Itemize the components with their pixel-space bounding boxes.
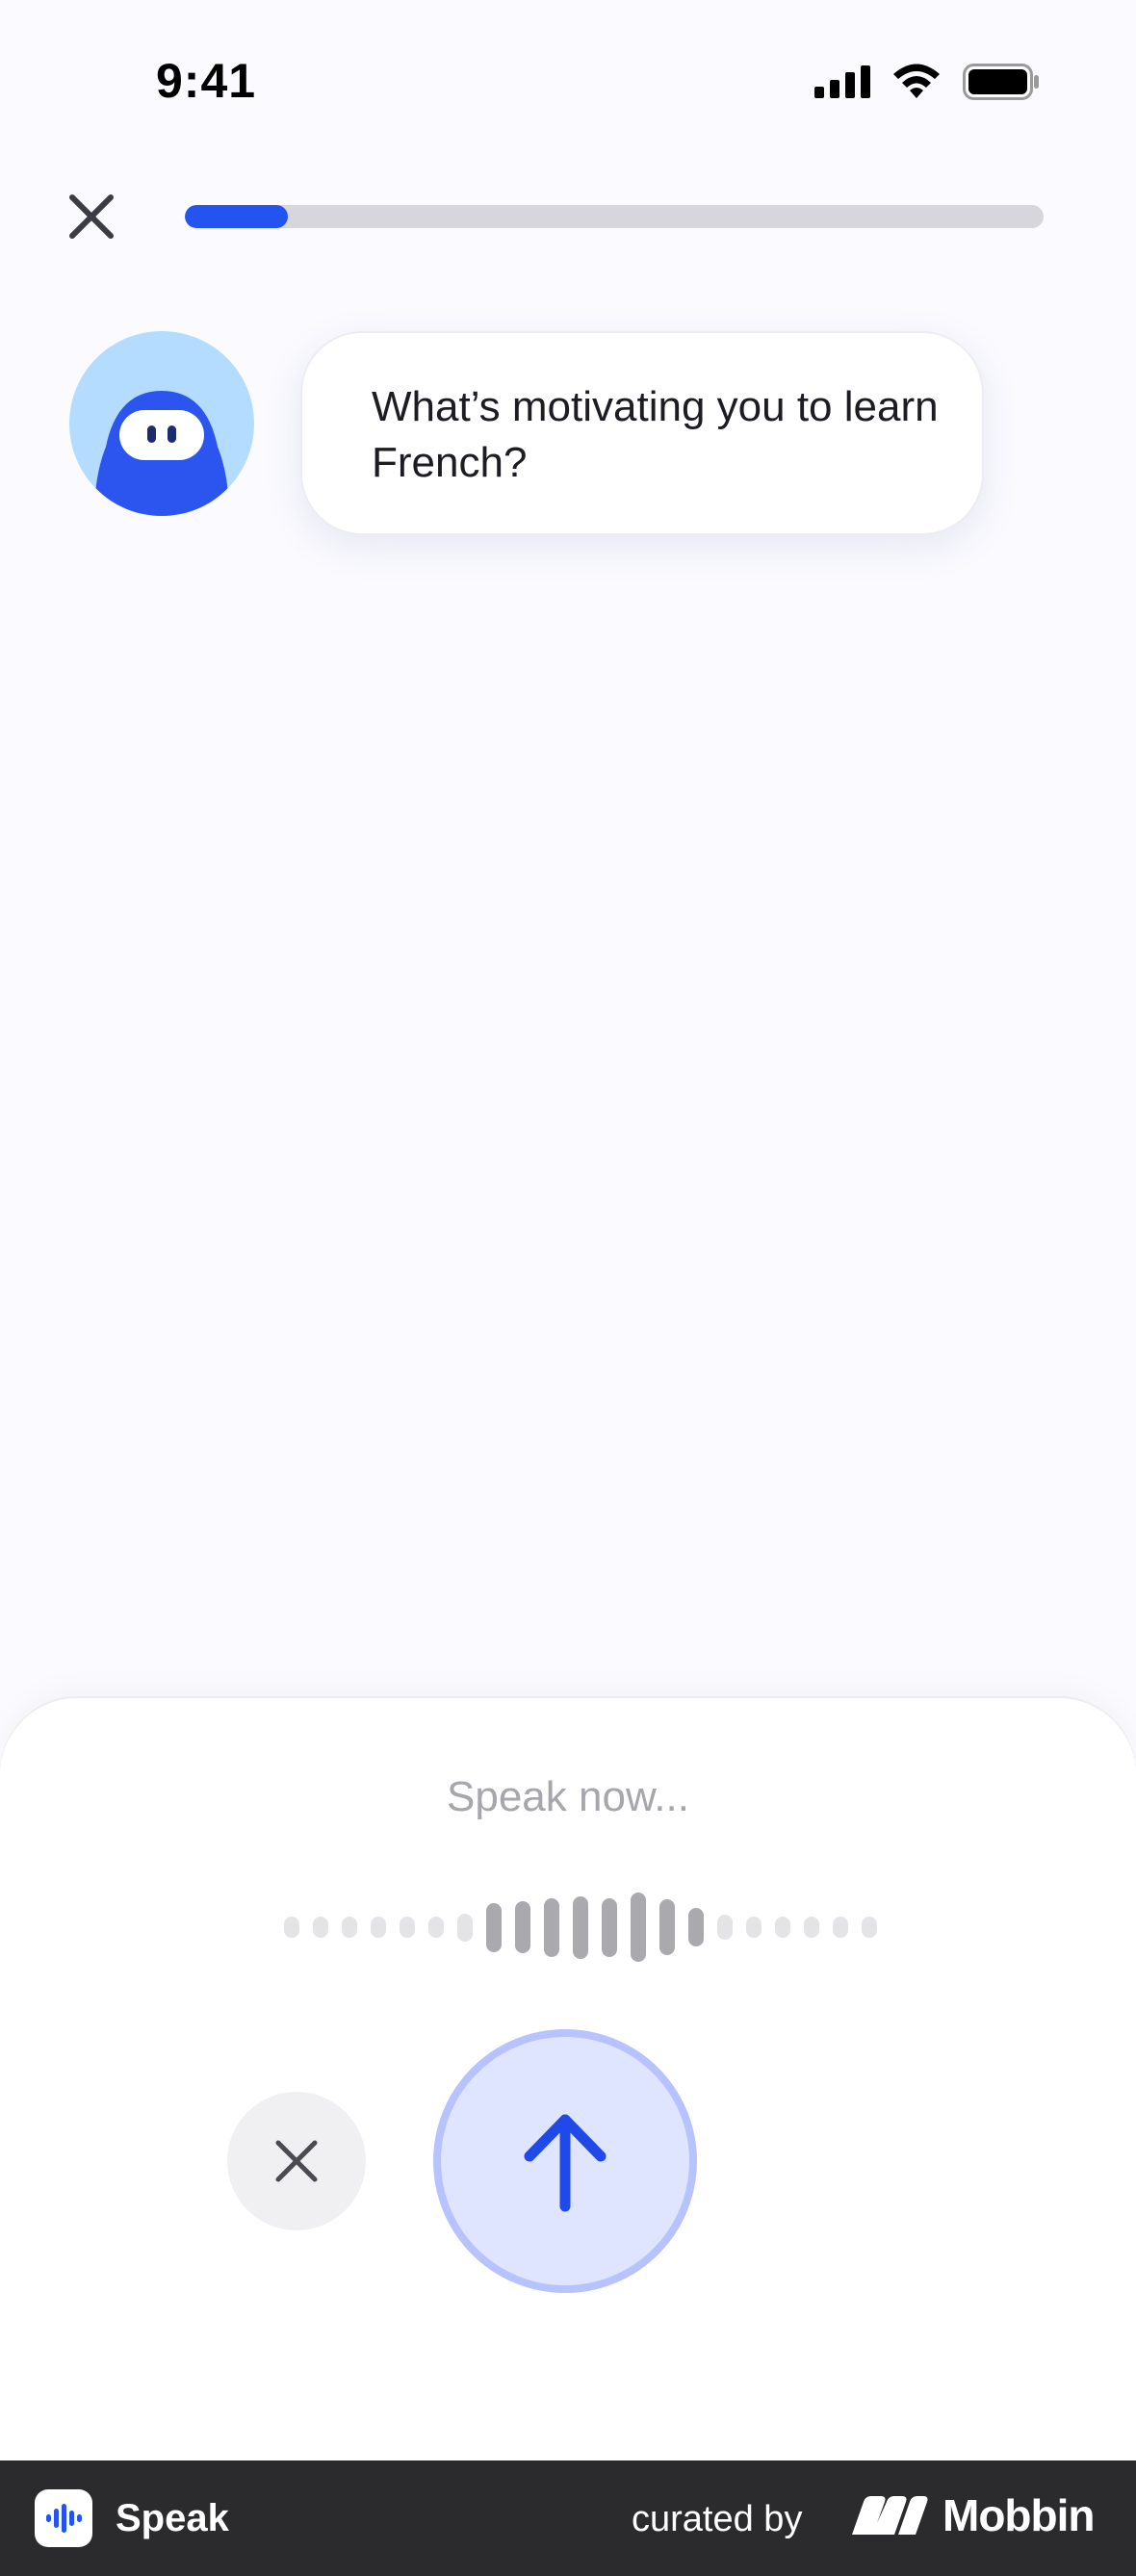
status-icons [814, 64, 1040, 100]
waveform-bar [313, 1917, 328, 1938]
waveform-bar [544, 1897, 559, 1957]
waveform-bar [833, 1917, 848, 1938]
waveform-bar [717, 1915, 733, 1940]
speak-now-prompt: Speak now... [447, 1773, 689, 1820]
curated-by-label: curated by [632, 2499, 803, 2539]
waveform-bar [515, 1901, 530, 1953]
waveform-bar [631, 1893, 646, 1962]
progress-bar [185, 205, 1044, 228]
cancel-recording-button[interactable] [227, 2092, 366, 2230]
waveform-bar [342, 1917, 357, 1938]
tutor-avatar [69, 331, 254, 516]
speak-app-icon [35, 2489, 92, 2547]
close-icon [69, 194, 114, 239]
waveform-bar [746, 1917, 762, 1938]
arrow-up-icon [524, 2114, 607, 2212]
waveform-bar [688, 1908, 704, 1946]
waveform-bar [775, 1917, 790, 1938]
waveform-bar [602, 1897, 617, 1957]
status-bar: 9:41 [0, 0, 1136, 164]
recording-sheet: Speak now... [0, 1698, 1136, 2460]
waveform-bar [486, 1902, 502, 1952]
progress-fill [185, 205, 289, 228]
waveform-logo-icon [46, 2504, 82, 2533]
message-bubble: What’s motivating you to learn French? [300, 331, 984, 535]
mobbin-name: Mobbin [942, 2490, 1095, 2540]
message-text: What’s motivating you to learn French? [372, 383, 939, 486]
battery-icon [963, 64, 1039, 100]
status-time: 9:41 [156, 54, 257, 108]
waveform-bar [371, 1917, 386, 1938]
waveform-bar [804, 1917, 819, 1938]
cellular-signal-icon [814, 65, 870, 98]
waveform-bar [457, 1913, 473, 1942]
waveform-bar [428, 1917, 444, 1938]
waveform-bar [284, 1917, 299, 1938]
mobbin-brand: Mobbin [852, 2489, 1095, 2541]
footer-bar: Speak curated by Mobbin [0, 2460, 1136, 2576]
app-name: Speak [116, 2497, 229, 2539]
waveform-bar [400, 1917, 415, 1938]
waveform-bar [659, 1899, 675, 1955]
mobbin-logo-icon [852, 2496, 928, 2535]
waveform-bar [862, 1917, 877, 1938]
close-icon [275, 2140, 318, 2182]
wifi-icon [893, 64, 940, 98]
send-recording-button[interactable] [433, 2029, 697, 2293]
audio-waveform [284, 1891, 877, 1964]
waveform-bar [573, 1895, 588, 1959]
robot-mascot-icon [94, 391, 229, 516]
close-button[interactable] [58, 183, 125, 250]
